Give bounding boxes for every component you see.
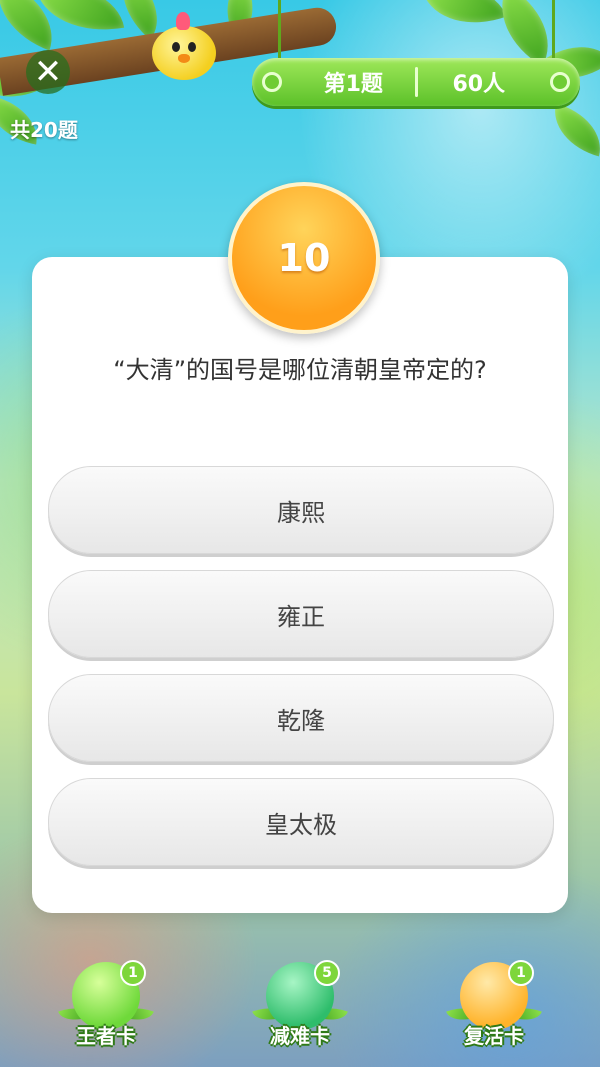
close-icon: ✕ bbox=[33, 52, 63, 92]
powerup-king-card[interactable]: 1 王者卡 bbox=[56, 960, 156, 1050]
rope-knob-left bbox=[262, 72, 282, 92]
answer-option-3[interactable]: 乾隆 bbox=[48, 674, 554, 762]
total-questions: 共20题 bbox=[10, 118, 78, 142]
answer-option-2[interactable]: 雍正 bbox=[48, 570, 554, 658]
chick-mascot bbox=[152, 12, 216, 80]
question-number: 第1题 bbox=[323, 72, 383, 97]
powerup-revive-card[interactable]: 1 复活卡 bbox=[444, 960, 544, 1050]
answer-option-4[interactable]: 皇太极 bbox=[48, 778, 554, 866]
countdown-timer: 10 bbox=[228, 182, 380, 334]
powerup-reduce-card[interactable]: 5 减难卡 bbox=[250, 960, 350, 1050]
powerup-count: 1 bbox=[120, 960, 146, 986]
powerup-label: 王者卡 bbox=[76, 1024, 136, 1048]
status-bar: 第1题 60人 bbox=[252, 58, 580, 106]
rope-knob-right bbox=[550, 72, 570, 92]
player-count: 60人 bbox=[452, 72, 506, 97]
powerup-label: 减难卡 bbox=[270, 1024, 330, 1048]
powerup-label: 复活卡 bbox=[464, 1024, 524, 1048]
powerup-count: 5 bbox=[314, 960, 340, 986]
close-button[interactable]: ✕ bbox=[26, 50, 70, 94]
answer-option-1[interactable]: 康熙 bbox=[48, 466, 554, 554]
powerup-count: 1 bbox=[508, 960, 534, 986]
question-text: “大清”的国号是哪位清朝皇帝定的? bbox=[113, 356, 487, 384]
